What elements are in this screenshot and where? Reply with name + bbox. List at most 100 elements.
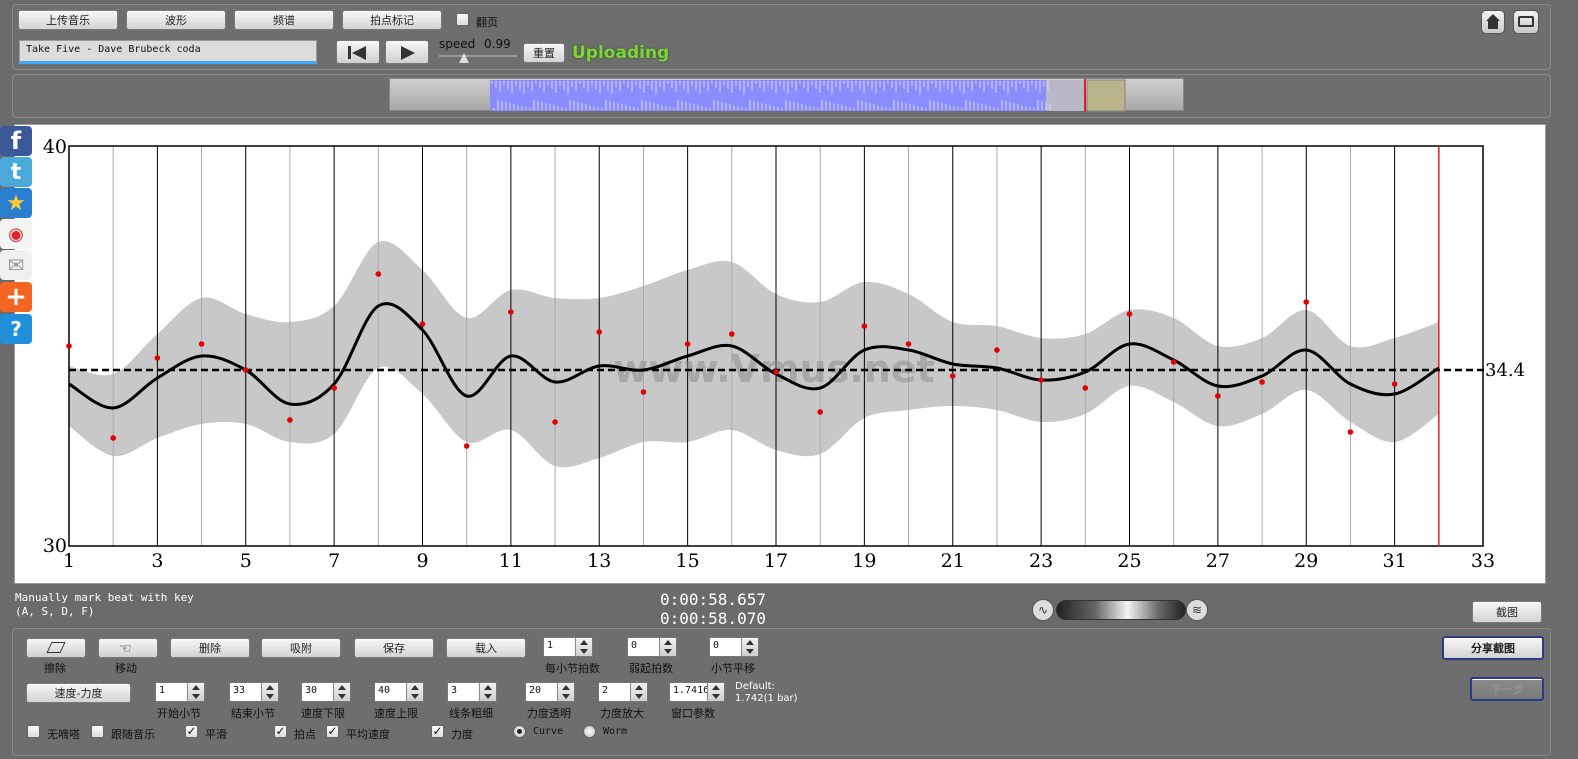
save-button[interactable]: 保存 <box>354 638 434 658</box>
fullscreen-button[interactable] <box>1513 10 1539 34</box>
x-tick-label: 21 <box>941 550 965 572</box>
no-stutter-label: 无嘀嗒 <box>47 728 80 741</box>
beat-point <box>1391 381 1398 387</box>
beat-hint-line1: Manually mark beat with key <box>15 591 194 604</box>
x-tick-label: 17 <box>764 550 788 572</box>
follow-music-label: 跟随音乐 <box>111 728 155 741</box>
beat-points-label: 拍点 <box>294 728 316 741</box>
curve-radio[interactable] <box>513 725 526 738</box>
follow-music-checkbox[interactable] <box>91 725 104 738</box>
beat-point <box>640 389 647 395</box>
page-turn-label: 翻页 <box>476 16 498 29</box>
beat-point <box>994 347 1000 353</box>
move-button[interactable]: ☜ <box>98 638 158 658</box>
x-tick-label: 25 <box>1117 550 1141 572</box>
line-width-stepper[interactable]: 3 <box>447 682 497 702</box>
beat-point <box>949 373 956 379</box>
beats-per-bar-label: 每小节拍数 <box>545 662 600 675</box>
play-button[interactable] <box>385 40 429 64</box>
waveform-small-icon: ∿ <box>1032 599 1054 621</box>
facebook-share[interactable]: f <box>0 126 32 156</box>
beat-point <box>419 321 426 327</box>
volume-slider[interactable] <box>1056 600 1186 620</box>
overview-track[interactable] <box>389 78 1184 112</box>
beat-point <box>596 329 603 335</box>
help-icon: ? <box>10 317 22 341</box>
next-button[interactable]: 下一步 <box>1470 677 1544 701</box>
rewind-button[interactable] <box>336 40 380 64</box>
x-tick-label: 13 <box>587 550 611 572</box>
waveform-button[interactable]: 波形 <box>126 10 226 30</box>
avg-speed-checkbox[interactable]: ✓ <box>326 725 339 738</box>
y-tick-label: 40 <box>43 136 67 158</box>
overview-waveform <box>490 79 1126 112</box>
mail-share[interactable]: ✉ <box>0 250 32 280</box>
beats-per-bar-stepper[interactable]: 1 <box>543 637 593 657</box>
mail-icon: ✉ <box>7 253 25 277</box>
dynamics-opacity-stepper[interactable]: 20 <box>525 682 575 702</box>
twitter-share[interactable]: t <box>0 157 32 187</box>
screenshot-button[interactable]: 截图 <box>1472 601 1542 623</box>
beat-point <box>463 443 470 449</box>
speed-slider[interactable] <box>439 52 517 66</box>
beat-point <box>773 369 779 375</box>
line-width-label: 线条粗细 <box>449 707 493 720</box>
average-label: 34.4 <box>1485 360 1525 381</box>
reset-button[interactable]: 重置 <box>523 43 565 63</box>
default-label: Default: <box>735 681 775 692</box>
start-bar-stepper[interactable]: 1 <box>155 682 205 702</box>
overview-selection <box>1086 79 1126 112</box>
fullscreen-icon <box>1518 16 1534 27</box>
add-share[interactable]: + <box>0 282 32 312</box>
speed-value: 0.99 <box>484 37 511 51</box>
weibo-share[interactable]: ◉ <box>0 219 32 249</box>
no-stutter-checkbox[interactable] <box>27 725 40 738</box>
beat-points-checkbox[interactable]: ✓ <box>274 725 287 738</box>
bar-shift-stepper[interactable]: 0 <box>709 637 759 657</box>
song-title-field[interactable]: Take Five - Dave Brubeck coda <box>19 40 317 64</box>
beat-point <box>375 271 382 277</box>
beat-point <box>1303 299 1310 305</box>
window-param-stepper[interactable]: 1.7416 <box>669 682 725 702</box>
spectrum-button[interactable]: 频谱 <box>234 10 334 30</box>
page-turn-checkbox[interactable] <box>456 13 469 26</box>
beat-point <box>861 323 868 329</box>
beat-point <box>287 417 293 423</box>
erase-button[interactable] <box>26 638 86 658</box>
speed-min-stepper[interactable]: 30 <box>301 682 351 702</box>
share-screenshot-button[interactable]: 分享截图 <box>1442 636 1544 660</box>
speed-slider-handle[interactable] <box>459 53 469 63</box>
speed-max-stepper[interactable]: 40 <box>374 682 424 702</box>
speed-max-label: 速度上限 <box>374 707 418 720</box>
favorite-share[interactable]: ★ <box>0 188 32 218</box>
dynamics-opacity-label: 力度透明 <box>527 707 571 720</box>
end-bar-label: 结束小节 <box>231 707 275 720</box>
worm-radio[interactable] <box>583 725 596 738</box>
weak-beat-stepper[interactable]: 0 <box>627 637 677 657</box>
home-button[interactable] <box>1481 10 1505 34</box>
window-param-label: 窗口参数 <box>671 707 715 720</box>
home-icon <box>1486 14 1500 21</box>
dynamics-scale-label: 力度放大 <box>600 707 644 720</box>
beat-point <box>154 355 161 361</box>
facebook-icon: f <box>10 127 22 155</box>
dynamics-checkbox[interactable]: ✓ <box>431 725 444 738</box>
load-button[interactable]: 载入 <box>446 638 526 658</box>
bar-shift-label: 小节平移 <box>711 662 755 675</box>
beat-mark-button[interactable]: 拍点标记 <box>342 10 442 30</box>
tempo-chart[interactable]: www.Vmus.net 34.4 1 3 5 7 9 11 13 15 17 19 21 23 25 2… <box>14 124 1554 584</box>
x-tick-label: 31 <box>1383 550 1407 572</box>
help-button[interactable]: ? <box>0 314 32 344</box>
upload-status: Uploading <box>572 43 670 63</box>
beat-point <box>729 331 735 337</box>
volume-control[interactable]: ∿ ≋ <box>1032 598 1208 622</box>
snap-button[interactable]: 吸附 <box>261 638 341 658</box>
end-bar-stepper[interactable]: 33 <box>229 682 279 702</box>
beat-point <box>817 409 823 415</box>
dynamics-scale-stepper[interactable]: 2 <box>598 682 648 702</box>
delete-button[interactable]: 删除 <box>170 638 250 658</box>
start-bar-label: 开始小节 <box>157 707 201 720</box>
upload-music-button[interactable]: 上传音乐 <box>18 10 118 30</box>
speed-dynamics-button[interactable]: 速度-力度 <box>26 683 131 703</box>
smooth-checkbox[interactable]: ✓ <box>185 725 198 738</box>
